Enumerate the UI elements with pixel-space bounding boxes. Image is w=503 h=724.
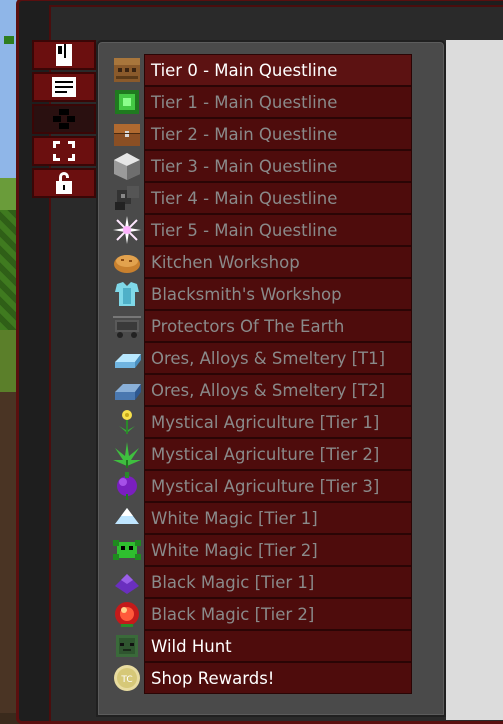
questline-button[interactable]: Shop Rewards!	[144, 662, 412, 694]
questline-row[interactable]: Tier 1 - Main Questline	[110, 86, 412, 118]
tab-party[interactable]	[32, 104, 96, 134]
questline-button[interactable]: Tier 1 - Main Questline	[144, 86, 412, 118]
questline-button[interactable]: Tier 3 - Main Questline	[144, 150, 412, 182]
questline-row[interactable]: Mystical Agriculture [Tier 1]	[110, 406, 412, 438]
nether-star-icon	[113, 216, 141, 244]
quest-detail-panel	[446, 40, 503, 720]
tab-questlines[interactable]	[32, 40, 96, 70]
questline-row[interactable]: Tier 2 - Main Questline	[110, 118, 412, 150]
questline-row[interactable]: Tier 0 - Main Questline	[110, 54, 412, 86]
questline-icon-slot	[110, 182, 144, 214]
white-dust-icon	[115, 508, 139, 524]
notes-icon	[52, 77, 76, 97]
green-crop-icon	[113, 442, 141, 468]
questline-icon-slot	[110, 278, 144, 310]
questline-button[interactable]: Kitchen Workshop	[144, 246, 412, 278]
questline-button[interactable]: Black Magic [Tier 1]	[144, 566, 412, 598]
tab-fullscreen[interactable]	[32, 136, 96, 166]
questline-icon-slot	[110, 374, 144, 406]
questline-button[interactable]: Wild Hunt	[144, 630, 412, 662]
red-orb-icon	[115, 602, 139, 627]
ice-ingot-icon	[115, 354, 141, 368]
green-circuit-icon	[115, 90, 139, 114]
expand-icon	[53, 141, 75, 161]
questline-icon-slot	[110, 54, 144, 86]
questline-icon-slot	[110, 118, 144, 150]
questline-button[interactable]: Tier 5 - Main Questline	[144, 214, 412, 246]
questline-row[interactable]: Kitchen Workshop	[110, 246, 412, 278]
questline-icon-slot	[110, 502, 144, 534]
svg-text:TC: TC	[120, 675, 132, 685]
questline-button[interactable]: Black Magic [Tier 2]	[144, 598, 412, 630]
purple-crop-icon	[117, 472, 137, 500]
questline-icon-slot	[110, 342, 144, 374]
questline-row[interactable]: Blacksmith's Workshop	[110, 278, 412, 310]
questline-row[interactable]: Ores, Alloys & Smeltery [T1]	[110, 342, 412, 374]
book-icon	[56, 44, 72, 66]
questline-button[interactable]: Mystical Agriculture [Tier 2]	[144, 438, 412, 470]
questline-icon-slot	[110, 214, 144, 246]
questline-button[interactable]: Mystical Agriculture [Tier 1]	[144, 406, 412, 438]
questline-row[interactable]: White Magic [Tier 1]	[110, 502, 412, 534]
questline-icon-slot	[110, 406, 144, 438]
iron-block-icon	[114, 153, 140, 180]
questline-row[interactable]: Tier 4 - Main Questline	[110, 182, 412, 214]
questline-icon-slot	[110, 598, 144, 630]
minecart-rail-icon	[113, 316, 141, 338]
questline-button[interactable]: Mystical Agriculture [Tier 3]	[144, 470, 412, 502]
crafting-table-icon	[114, 58, 140, 82]
questline-icon-slot	[110, 310, 144, 342]
questline-row[interactable]: White Magic [Tier 2]	[110, 534, 412, 566]
questline-icon-slot	[110, 86, 144, 118]
zombie-head-icon	[116, 635, 138, 657]
questline-icon-slot	[110, 246, 144, 278]
coin-icon: TC	[114, 665, 140, 691]
questline-row[interactable]: Black Magic [Tier 1]	[110, 566, 412, 598]
party-icon	[53, 109, 75, 129]
questline-icon-slot	[110, 470, 144, 502]
questline-button[interactable]: Ores, Alloys & Smeltery [T2]	[144, 374, 412, 406]
questline-row[interactable]: Mystical Agriculture [Tier 3]	[110, 470, 412, 502]
wooden-chest-icon	[114, 124, 140, 146]
questline-button[interactable]: Blacksmith's Workshop	[144, 278, 412, 310]
questline-row[interactable]: TC Shop Rewards!	[110, 662, 412, 694]
grass-blade	[4, 36, 14, 44]
questline-icon-slot	[110, 438, 144, 470]
questline-row[interactable]: Wild Hunt	[110, 630, 412, 662]
questline-icon-slot	[110, 566, 144, 598]
questline-row[interactable]: Tier 5 - Main Questline	[110, 214, 412, 246]
pie-icon	[114, 255, 140, 273]
steel-ingot-icon	[115, 384, 141, 400]
questline-row[interactable]: Ores, Alloys & Smeltery [T2]	[110, 374, 412, 406]
questline-button[interactable]: Tier 2 - Main Questline	[144, 118, 412, 150]
questline-row[interactable]: Black Magic [Tier 2]	[110, 598, 412, 630]
lock-icon	[56, 172, 72, 194]
questline-icon-slot	[110, 630, 144, 662]
green-creature-icon	[113, 540, 141, 560]
side-tab-bar	[32, 40, 96, 200]
questline-list: Tier 0 - Main Questline Tier 1 - Main Qu…	[110, 54, 412, 694]
questline-row[interactable]: Protectors Of The Earth	[110, 310, 412, 342]
questline-button[interactable]: Tier 4 - Main Questline	[144, 182, 412, 214]
questline-button[interactable]: White Magic [Tier 2]	[144, 534, 412, 566]
questline-icon-slot: TC	[110, 662, 144, 694]
questline-button[interactable]: Protectors Of The Earth	[144, 310, 412, 342]
questline-row[interactable]: Tier 3 - Main Questline	[110, 150, 412, 182]
questline-button[interactable]: Tier 0 - Main Questline	[144, 54, 412, 86]
tab-lock[interactable]	[32, 168, 96, 198]
purple-dust-icon	[115, 574, 139, 594]
dark-machine-icon	[115, 186, 139, 210]
diamond-chestplate-icon	[115, 282, 139, 306]
questline-icon-slot	[110, 534, 144, 566]
tab-quest-log[interactable]	[32, 72, 96, 102]
questline-row[interactable]: Mystical Agriculture [Tier 2]	[110, 438, 412, 470]
yellow-flower-icon	[119, 410, 135, 434]
questline-button[interactable]: White Magic [Tier 1]	[144, 502, 412, 534]
questline-icon-slot	[110, 150, 144, 182]
questline-button[interactable]: Ores, Alloys & Smeltery [T1]	[144, 342, 412, 374]
